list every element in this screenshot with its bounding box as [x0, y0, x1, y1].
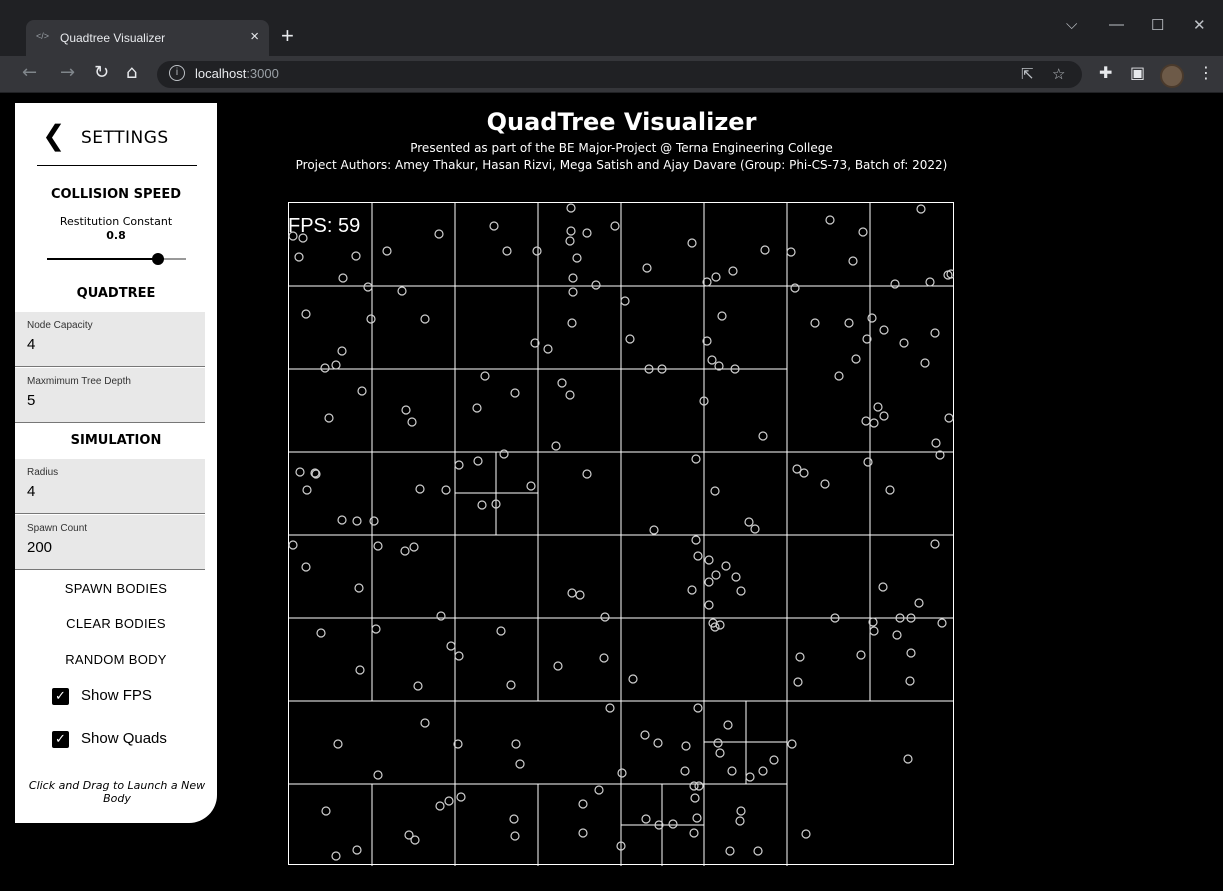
spawn-count-field: Spawn Count [15, 515, 205, 570]
restitution-slider-thumb[interactable] [152, 253, 165, 265]
restitution-value: 0.8 [106, 229, 126, 242]
forward-arrow-icon[interactable]: → [60, 62, 75, 84]
address-bar[interactable]: i localhost:3000 ⇱ ☆ [157, 61, 1082, 88]
node-capacity-label: Node Capacity [27, 320, 93, 331]
max-tree-depth-input[interactable] [27, 392, 197, 409]
maximize-button[interactable]: ☐ [1151, 16, 1164, 34]
share-icon[interactable]: ⇱ [1021, 65, 1034, 83]
divider [37, 165, 197, 166]
extensions-icon[interactable]: ✚ [1099, 64, 1112, 82]
node-capacity-field: Node Capacity [15, 312, 205, 367]
new-tab-button[interactable]: + [281, 24, 294, 48]
back-chevron-icon[interactable]: ❮ [42, 121, 65, 151]
show-quads-checkbox[interactable]: ✓ [52, 731, 69, 748]
close-window-button[interactable]: ✕ [1193, 16, 1206, 34]
fps-counter: FPS: 59 [288, 215, 360, 237]
profile-avatar[interactable] [1160, 64, 1184, 88]
spawn-bodies-button[interactable]: SPAWN BODIES [15, 581, 217, 596]
tab-close-icon[interactable]: × [250, 28, 259, 45]
browser-toolbar: ← → ↻ ⌂ i localhost:3000 ⇱ ☆ ✚ ▣ ⋮ [0, 56, 1223, 93]
show-fps-checkbox[interactable]: ✓ [52, 688, 69, 705]
max-tree-depth-label: Maxmimum Tree Depth [27, 376, 131, 387]
star-icon[interactable]: ☆ [1052, 65, 1065, 83]
simulation-heading: SIMULATION [70, 433, 162, 448]
restitution-label: Restitution Constant [59, 215, 173, 228]
launch-hint: Click and Drag to Launch a New Body [28, 779, 206, 805]
minimize-button[interactable]: — [1109, 16, 1124, 33]
browser-tab[interactable]: </> Quadtree Visualizer × [26, 20, 269, 56]
tab-search-dropdown-icon[interactable]: ⌵ [1066, 16, 1077, 33]
settings-panel: ❮ SETTINGS COLLISION SPEED Restitution C… [15, 103, 217, 823]
home-icon[interactable]: ⌂ [126, 62, 137, 84]
node-capacity-input[interactable] [27, 336, 197, 353]
kebab-menu-icon[interactable]: ⋮ [1198, 64, 1214, 82]
info-icon[interactable]: i [169, 65, 185, 81]
radius-input[interactable] [27, 483, 197, 500]
radius-label: Radius [27, 467, 59, 478]
clear-bodies-button[interactable]: CLEAR BODIES [15, 616, 217, 631]
quadtree-canvas[interactable]: FPS: 59 [288, 202, 954, 866]
url-port: :3000 [246, 66, 279, 81]
spawn-count-label: Spawn Count [27, 523, 88, 534]
url-host: localhost [195, 66, 247, 81]
tab-title: Quadtree Visualizer [60, 31, 166, 45]
show-fps-label: Show FPS [81, 687, 152, 704]
side-panel-icon[interactable]: ▣ [1130, 64, 1145, 82]
spawn-count-input[interactable] [27, 539, 197, 556]
radius-field: Radius [15, 459, 205, 514]
restitution-slider-fill [47, 258, 159, 260]
max-tree-depth-field: Maxmimum Tree Depth [15, 368, 205, 423]
collision-speed-heading: COLLISION SPEED [50, 187, 182, 202]
code-favicon-icon: </> [36, 31, 50, 41]
url-text: localhost:3000 [195, 66, 279, 81]
random-body-button[interactable]: RANDOM BODY [15, 652, 217, 667]
show-quads-label: Show Quads [81, 730, 167, 747]
settings-title: SETTINGS [81, 128, 169, 148]
back-arrow-icon[interactable]: ← [22, 62, 37, 84]
reload-icon[interactable]: ↻ [94, 62, 109, 84]
quadtree-heading: QUADTREE [76, 286, 156, 301]
browser-titlebar: </> Quadtree Visualizer × + ⌵ — ☐ ✕ [0, 0, 1223, 56]
